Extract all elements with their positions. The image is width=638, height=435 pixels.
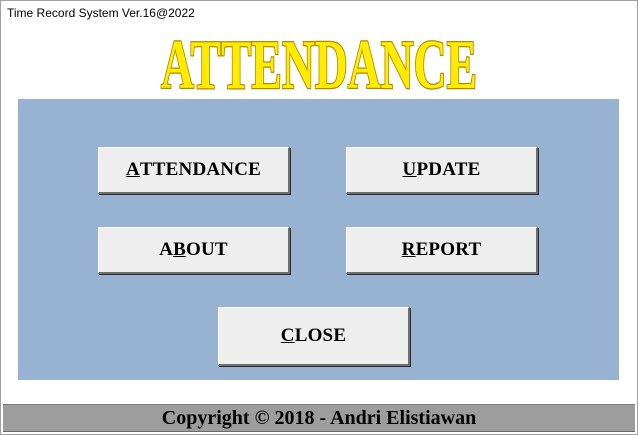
title-bar[interactable]: Time Record System Ver.16@2022 — [1, 1, 637, 25]
report-label: EPORT — [415, 239, 482, 260]
menu-panel: A TTENDANCE U PDATE A B OUT R EPORT C LOSE — [18, 99, 619, 380]
close-button[interactable]: C LOSE — [218, 307, 410, 366]
attendance-button[interactable]: A TTENDANCE — [98, 147, 290, 194]
update-label: PDATE — [416, 159, 481, 180]
logo-text: ATTENDANCE — [161, 27, 477, 97]
about-label: OUT — [186, 239, 228, 260]
report-button[interactable]: R EPORT — [346, 227, 538, 274]
attendance-logo: ATTENDANCE — [1, 25, 637, 97]
window-title: Time Record System Ver.16@2022 — [7, 6, 195, 20]
close-label: LOSE — [294, 325, 347, 346]
close-hotkey: C — [280, 325, 295, 346]
about-hotkey: B — [173, 239, 186, 260]
attendance-label: TTENDANCE — [139, 159, 262, 180]
about-button[interactable]: A B OUT — [98, 227, 290, 274]
update-hotkey: U — [402, 159, 417, 180]
attendance-hotkey: A — [125, 159, 140, 180]
main-window: Time Record System Ver.16@2022 ATTENDANC… — [0, 0, 638, 435]
copyright-text: Copyright © 2018 - Andri Elistiawan — [161, 406, 477, 429]
about-label-prefix: A — [159, 239, 174, 260]
report-hotkey: R — [401, 239, 416, 260]
update-button[interactable]: U PDATE — [346, 147, 538, 194]
copyright-bar: Copyright © 2018 - Andri Elistiawan — [3, 404, 635, 432]
